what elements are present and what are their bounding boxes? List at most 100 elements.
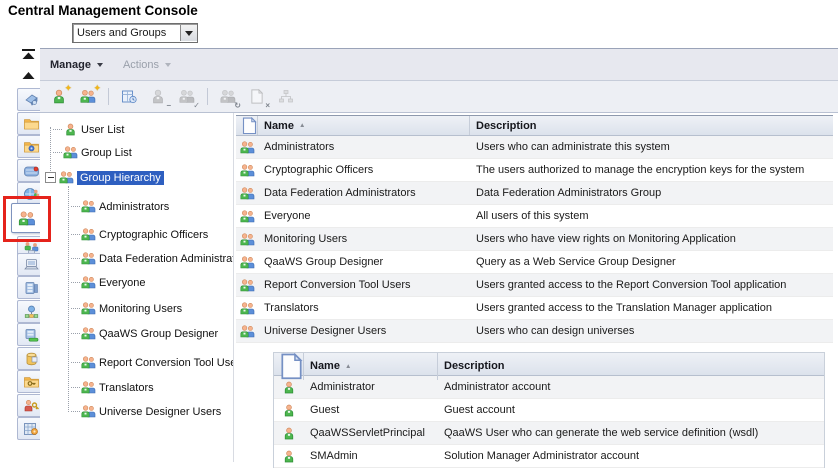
table-row[interactable]: Translators Users granted access to the …	[236, 297, 833, 320]
tree-item-user-list[interactable]: User List	[53, 121, 124, 138]
toolbar-separator	[207, 88, 208, 105]
member-hierarchy-icon[interactable]	[275, 87, 297, 107]
table-row[interactable]: Universe Designer Users Users who can de…	[236, 320, 833, 343]
tree-connector	[68, 186, 69, 412]
table-row[interactable]: Cryptographic Officers The users authori…	[236, 159, 833, 182]
groups-table: Name▲ Description Administrators Users w…	[236, 115, 833, 343]
cell-name: QaaWSServletPrincipal	[304, 427, 438, 439]
tree-item-translators[interactable]: Translators	[71, 379, 154, 396]
group-icon	[236, 302, 258, 315]
cell-description: Users who can administrate this system	[470, 141, 833, 153]
tree-item-label: Data Federation Administrators	[99, 253, 234, 265]
cell-name: Cryptographic Officers	[258, 164, 470, 176]
tree-item-monitoring-users[interactable]: Monitoring Users	[71, 300, 182, 317]
tree-item-label: Universe Designer Users	[99, 406, 221, 418]
cell-description: Users granted access to the Report Conve…	[470, 279, 833, 291]
tree-connector	[71, 308, 80, 310]
group-icon	[236, 164, 258, 177]
name-column-header[interactable]: Name▲	[304, 353, 438, 380]
tree-item-administrators[interactable]: Administrators	[71, 198, 169, 215]
schedule-grid-icon[interactable]	[118, 87, 140, 107]
group-icon	[236, 325, 258, 338]
cell-name: Guest	[304, 404, 438, 416]
cell-name: Report Conversion Tool Users	[258, 279, 470, 291]
tree-item-label: QaaWS Group Designer	[99, 328, 218, 340]
collapse-icon[interactable]	[17, 68, 39, 82]
new-group-icon[interactable]: ✦	[77, 87, 99, 107]
cell-name: Everyone	[258, 210, 470, 222]
cell-description: Administrator account	[438, 381, 824, 393]
description-column-header[interactable]: Description	[438, 353, 824, 380]
table-row[interactable]: Administrators Users who can administrat…	[236, 136, 833, 159]
manage-menu-label: Manage	[50, 59, 91, 71]
tree-connector	[53, 152, 62, 154]
toolbar-separator	[108, 88, 109, 105]
sort-asc-icon: ▲	[299, 122, 305, 129]
tree-connector	[71, 333, 80, 335]
collapse-node-icon[interactable]	[45, 172, 56, 183]
group-icon	[81, 356, 96, 369]
dropdown-button[interactable]	[180, 25, 197, 41]
description-column-header[interactable]: Description	[470, 116, 833, 135]
tree-item-cryptographic-officers[interactable]: Cryptographic Officers	[71, 226, 208, 243]
cell-description: Guest account	[438, 404, 824, 416]
cmc-window: Central Management Console Users and Gro…	[0, 0, 840, 468]
area-dropdown[interactable]: Users and Groups	[72, 23, 198, 43]
table-row[interactable]: Everyone All users of this system	[236, 205, 833, 228]
user-icon	[274, 427, 304, 440]
cell-description: Users who have view rights on Monitoring…	[470, 233, 833, 245]
name-column-header[interactable]: Name▲	[258, 116, 470, 135]
table-row[interactable]: QaaWS Group Designer Query as a Web Serv…	[236, 251, 833, 274]
add-member-icon[interactable]: ✓	[176, 87, 198, 107]
table-row[interactable]: Data Federation Administrators Data Fede…	[236, 182, 833, 205]
collapse-all-icon[interactable]	[17, 47, 39, 61]
tree-item-qaaws-group-designer[interactable]: QaaWS Group Designer	[71, 325, 218, 342]
table-row[interactable]: SMAdmin Solution Manager Administrator a…	[274, 445, 824, 468]
actions-menu[interactable]: Actions	[113, 49, 181, 80]
group-icon	[236, 187, 258, 200]
new-user-icon[interactable]: ✦	[48, 87, 70, 107]
table-row[interactable]: Monitoring Users Users who have view rig…	[236, 228, 833, 251]
manage-menu[interactable]: Manage	[40, 49, 113, 80]
highlight-box	[3, 196, 51, 242]
tree-connector	[71, 206, 80, 208]
tree-item-label: Group Hierarchy	[77, 171, 164, 185]
tree-item-label: Group List	[81, 147, 132, 159]
cell-description: All users of this system	[470, 210, 833, 222]
tree-item-everyone[interactable]: Everyone	[71, 274, 145, 291]
navigation-tree: User List Group List Group Hierarchy Adm…	[40, 113, 234, 462]
table-row[interactable]: QaaWSServletPrincipal QaaWS User who can…	[274, 422, 824, 445]
type-column-header[interactable]	[274, 353, 304, 380]
cell-description: Data Federation Administrators Group	[470, 187, 833, 199]
cell-name: Universe Designer Users	[258, 325, 470, 337]
refresh-group-icon[interactable]: ↻	[217, 87, 239, 107]
tree-item-data-federation-administrators[interactable]: Data Federation Administrators	[71, 250, 234, 267]
document-icon	[242, 117, 257, 135]
tree-item-group-list[interactable]: Group List	[53, 144, 132, 161]
type-column-header[interactable]	[236, 116, 258, 135]
tree-item-group-hierarchy[interactable]: Group Hierarchy	[45, 169, 164, 186]
cell-description: Users granted access to the Translation …	[470, 302, 833, 314]
tree-item-label: Translators	[99, 382, 154, 394]
cell-name: Administrator	[304, 381, 438, 393]
user-icon	[274, 450, 304, 463]
check-badge-icon: ✓	[193, 101, 200, 110]
x-badge-icon: ×	[265, 101, 270, 110]
delete-document-icon[interactable]: ×	[246, 87, 268, 107]
table-row[interactable]: Guest Guest account	[274, 399, 824, 422]
cell-description: Query as a Web Service Group Designer	[470, 256, 833, 268]
tree-item-report-conversion-tool-users[interactable]: Report Conversion Tool Users	[71, 354, 234, 371]
group-icon	[81, 276, 96, 289]
cell-description: QaaWS User who can generate the web serv…	[438, 427, 824, 439]
tree-item-universe-designer-users[interactable]: Universe Designer Users	[71, 403, 221, 420]
chevron-down-icon	[185, 31, 193, 36]
tree-connector	[71, 387, 80, 389]
page-title: Central Management Console	[8, 3, 198, 18]
table-header: Name▲ Description	[274, 353, 824, 376]
table-row[interactable]: Report Conversion Tool Users Users grant…	[236, 274, 833, 297]
group-icon	[81, 200, 96, 213]
remove-user-icon[interactable]: −	[147, 87, 169, 107]
star-badge-icon: ✦	[64, 83, 72, 94]
chevron-down-icon	[97, 63, 103, 67]
cell-name: Data Federation Administrators	[258, 187, 470, 199]
